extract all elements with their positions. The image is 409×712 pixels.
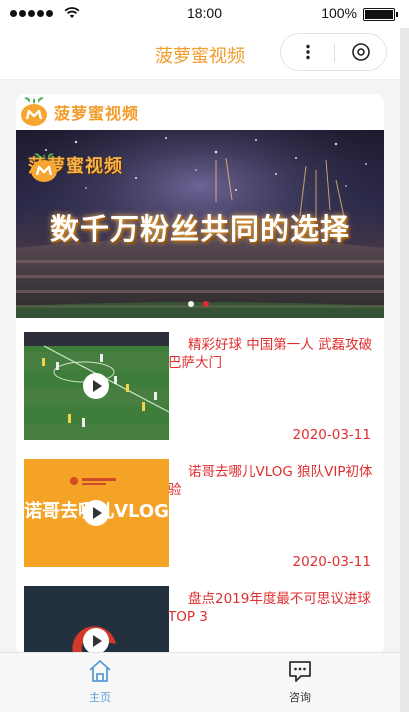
status-bar: 18:00 100% xyxy=(0,0,409,28)
video-item[interactable]: 诺哥去哪儿VLOG 诺哥去哪儿VLOG 狼队VIP初体验 2020-03-11 xyxy=(24,459,376,570)
video-title[interactable]: 盘点2019年度最不可思议进球TOP 3 xyxy=(168,590,382,626)
close-circle-icon[interactable] xyxy=(351,42,371,62)
carousel-dot[interactable] xyxy=(188,301,194,307)
mini-program-capsule xyxy=(280,33,387,71)
carousel-indicator xyxy=(188,301,209,307)
brand-name: 菠萝蜜视频 xyxy=(54,104,140,123)
video-item[interactable]: 精彩好球 中国第一人 武磊攻破巴萨大门 2020-03-11 xyxy=(24,332,376,443)
carousel-dot[interactable] xyxy=(203,301,209,307)
tab-home[interactable]: 主页 xyxy=(70,659,130,705)
tab-label: 主页 xyxy=(89,691,111,704)
nav-bar: 菠萝蜜视频 xyxy=(0,28,409,80)
video-date: 2020-03-11 xyxy=(292,427,371,443)
video-title[interactable]: 诺哥去哪儿VLOG 狼队VIP初体验 xyxy=(168,463,382,499)
tab-label: 咨询 xyxy=(289,691,311,704)
content-card: 菠萝蜜视频 菠萝蜜视频 数千万粉丝共同的选择 精彩好球 中国第一人 武磊攻破巴萨… xyxy=(16,94,384,654)
chat-icon xyxy=(289,661,311,682)
video-thumbnail[interactable]: 诺哥去哪儿VLOG xyxy=(24,459,169,567)
video-title[interactable]: 精彩好球 中国第一人 武磊攻破巴萨大门 xyxy=(168,336,382,372)
battery-icon xyxy=(363,8,398,21)
banner-brand: 菠萝蜜视频 xyxy=(28,152,123,182)
capsule-divider xyxy=(334,44,335,62)
tab-bar: 主页 咨询 xyxy=(0,652,400,712)
play-icon xyxy=(83,500,109,526)
video-date: 2020-03-11 xyxy=(292,554,371,570)
play-icon xyxy=(83,628,109,654)
home-icon xyxy=(89,660,111,682)
play-icon xyxy=(83,373,109,399)
banner-slogan: 数千万粉丝共同的选择 xyxy=(49,212,350,246)
scrollbar[interactable] xyxy=(400,28,409,712)
more-icon[interactable] xyxy=(299,43,317,61)
pineapple-logo-icon xyxy=(21,97,47,126)
tab-consult[interactable]: 咨询 xyxy=(270,659,330,705)
video-item[interactable]: 盘点2019年度最不可思议进球TOP 3 xyxy=(24,586,376,654)
pineapple-logo-icon xyxy=(31,153,57,182)
video-thumbnail[interactable] xyxy=(24,332,169,440)
banner-carousel[interactable]: 菠萝蜜视频 数千万粉丝共同的选择 xyxy=(16,130,384,318)
battery-percent: 100% xyxy=(321,5,357,21)
video-thumbnail[interactable] xyxy=(24,586,169,654)
brand-header: 菠萝蜜视频 xyxy=(18,96,139,128)
